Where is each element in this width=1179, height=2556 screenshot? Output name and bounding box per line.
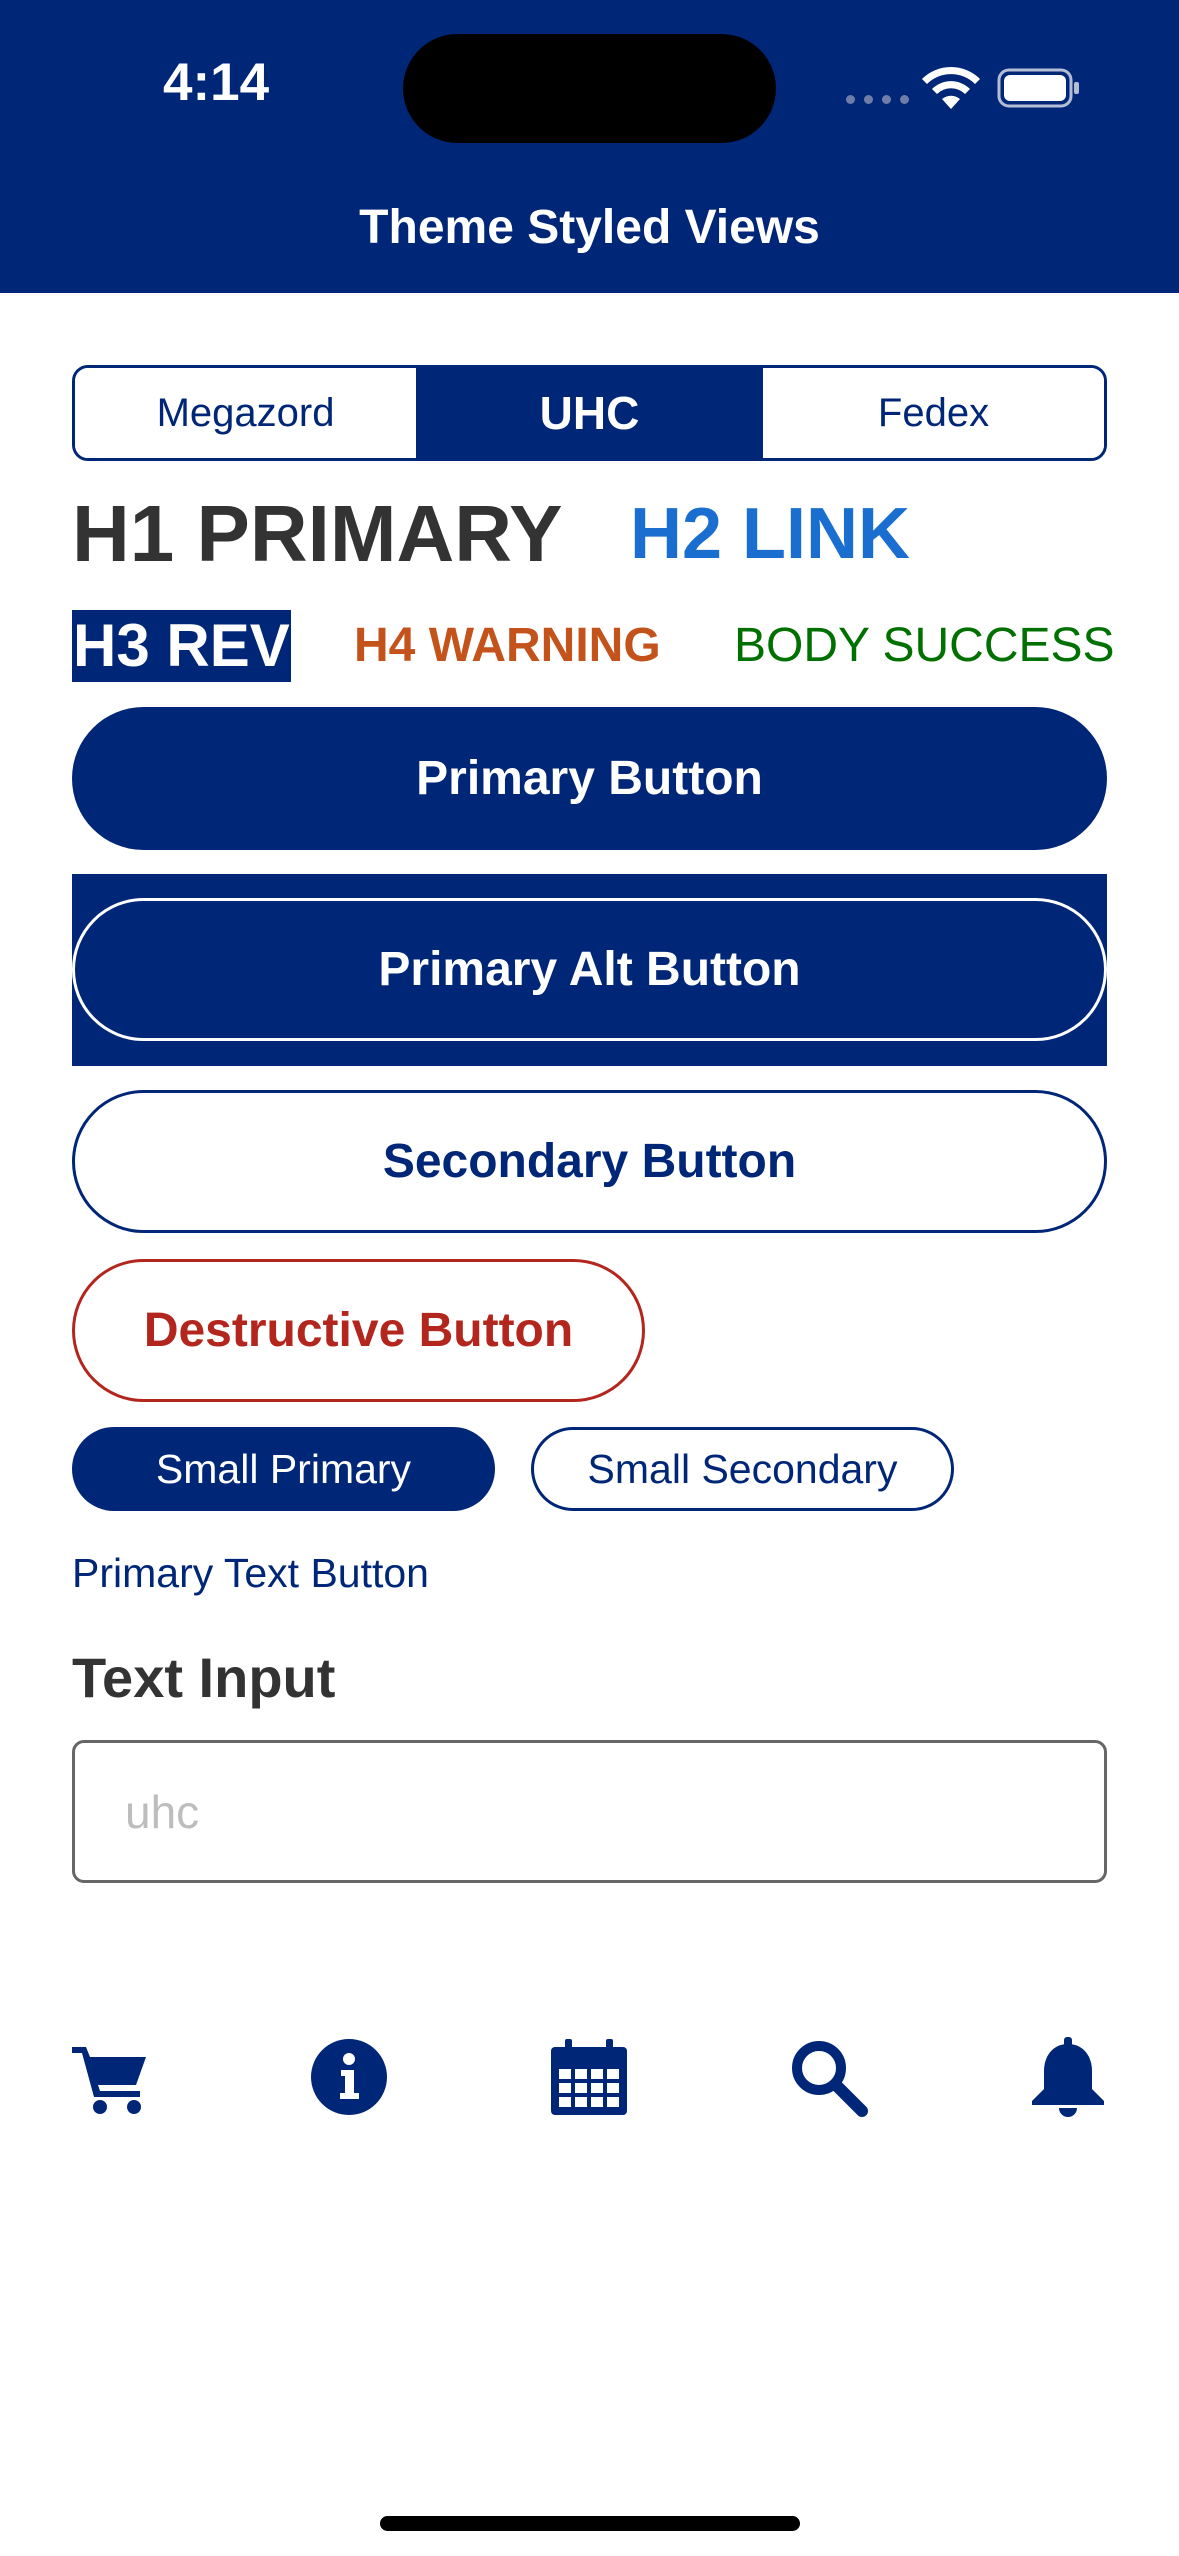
nav-title: Theme Styled Views (359, 201, 820, 254)
wifi-icon (920, 65, 982, 111)
primary-alt-button[interactable]: Primary Alt Button (72, 898, 1107, 1041)
cart-icon[interactable] (70, 2037, 150, 2117)
heading-h1-primary: H1 PRIMARY (72, 489, 563, 578)
primary-text-button[interactable]: Primary Text Button (72, 1550, 429, 1597)
small-secondary-button[interactable]: Small Secondary (531, 1427, 954, 1511)
primary-button[interactable]: Primary Button (72, 707, 1107, 850)
segment-uhc[interactable]: UHC (416, 368, 760, 458)
bell-icon[interactable] (1028, 2037, 1108, 2117)
dynamic-island (403, 34, 776, 143)
heading-h2-link[interactable]: H2 LINK (630, 493, 910, 575)
theme-segmented-control: Megazord UHC Fedex (72, 365, 1107, 461)
text-input-label: Text Input (72, 1646, 336, 1709)
nav-header: 4:14 Theme Styled Views (0, 0, 1179, 293)
calendar-icon[interactable] (549, 2037, 629, 2117)
home-indicator[interactable] (380, 2516, 800, 2531)
segment-megazord[interactable]: Megazord (75, 368, 416, 458)
cellular-signal-icon (846, 95, 909, 104)
search-icon[interactable] (788, 2037, 868, 2117)
primary-alt-container: Primary Alt Button (72, 874, 1107, 1066)
status-time: 4:14 (163, 53, 270, 112)
body-success-text: BODY SUCCESS (734, 619, 1115, 672)
secondary-button[interactable]: Secondary Button (72, 1090, 1107, 1233)
heading-h4-warning: H4 WARNING (354, 619, 661, 672)
text-input-field[interactable] (72, 1740, 1107, 1883)
destructive-button[interactable]: Destructive Button (72, 1259, 645, 1402)
heading-h3-reversed: H3 REV (72, 610, 291, 682)
small-primary-button[interactable]: Small Primary (72, 1427, 495, 1511)
battery-icon (997, 68, 1081, 108)
info-icon[interactable] (309, 2037, 389, 2117)
segment-fedex[interactable]: Fedex (760, 368, 1104, 458)
